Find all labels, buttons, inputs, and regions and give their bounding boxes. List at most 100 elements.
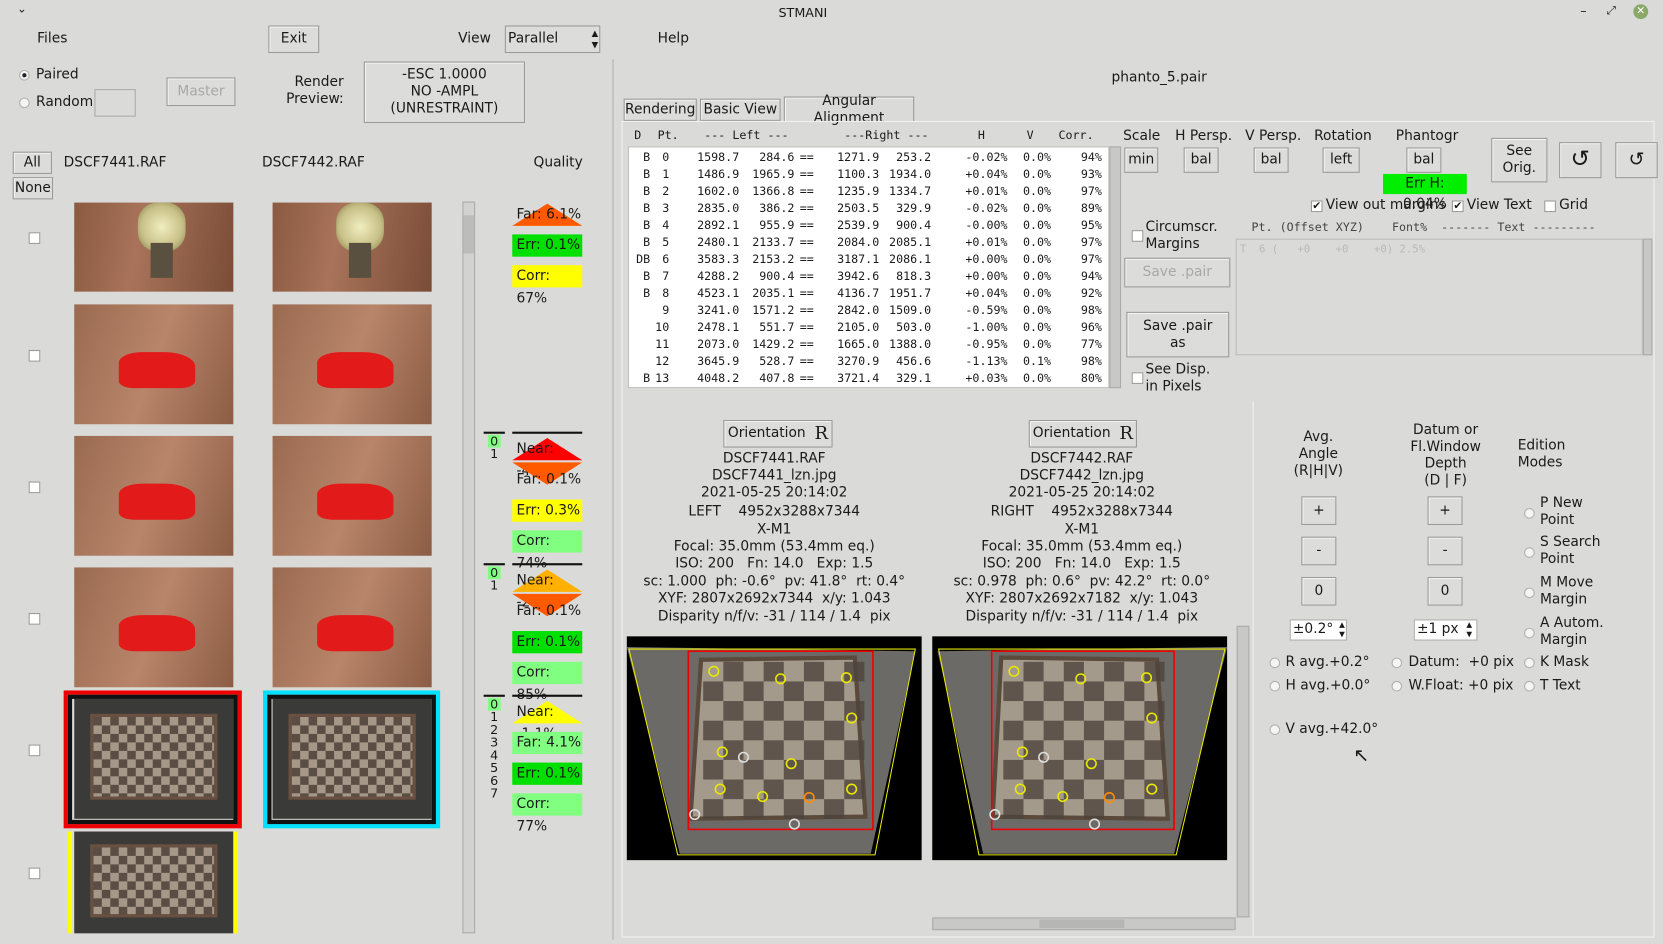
pane-splitter[interactable] <box>611 59 615 940</box>
right-stereo-image[interactable] <box>932 636 1228 861</box>
scrollbar-thumb[interactable] <box>463 215 475 254</box>
stereo-view[interactable] <box>626 636 922 860</box>
table-row[interactable]: B 2 1602.0 1366.8 1235.9 1334.7 +0.01% 0.0% 97% =… <box>629 183 1108 200</box>
r-avg-radio[interactable] <box>1269 657 1281 669</box>
select-all-button[interactable]: All <box>12 151 52 174</box>
table-row[interactable]: 9 3241.0 1571.2 2842.0 1509.0 -0.59% 0.0% 98% == <box>629 302 1108 319</box>
paired-radio[interactable] <box>19 69 30 81</box>
close-icon[interactable]: ✕ <box>1633 4 1649 20</box>
wfloat-radio[interactable] <box>1391 680 1403 692</box>
rotate-reset-icon[interactable]: ↺ <box>1615 142 1658 179</box>
pair-checkbox[interactable] <box>28 349 41 362</box>
left-thumbnail[interactable] <box>74 567 234 688</box>
correction-scale-button[interactable]: min <box>1124 147 1159 173</box>
view-select[interactable]: Parallel ▲ ▼ <box>504 25 601 54</box>
select-none-button[interactable]: None <box>12 177 54 200</box>
angle-minus-button[interactable]: - <box>1301 536 1337 566</box>
left-stereo-image[interactable] <box>626 636 922 861</box>
right-thumbnail[interactable] <box>272 567 432 688</box>
help-menu[interactable]: Help <box>658 31 689 47</box>
datum-radio[interactable] <box>1391 657 1403 669</box>
image-vertical-scrollbar[interactable] <box>1236 625 1250 918</box>
table-row[interactable]: B 0 1598.7 284.6 1271.9 253.2 -0.02% 0.0% 94% == <box>629 150 1108 167</box>
master-button[interactable]: Master <box>166 77 236 107</box>
pair-checkbox[interactable] <box>28 744 41 756</box>
correction-hpersp-button[interactable]: bal <box>1183 147 1219 173</box>
maximize-icon[interactable]: ⤢ <box>1607 3 1616 18</box>
table-row[interactable]: 10 2478.1 551.7 2105.0 503.0 -1.00% 0.0% 96% == <box>629 319 1108 336</box>
spinner-arrows-icon[interactable]: ▲ ▼ <box>1466 620 1472 639</box>
tab-rendering[interactable]: Rendering <box>623 98 697 121</box>
angle-zero-button[interactable]: 0 <box>1301 576 1337 606</box>
table-row[interactable]: B 13 4048.2 407.8 3721.4 329.1 +0.03% 0.0% 80% == <box>629 370 1108 387</box>
render-preview-button[interactable]: -ESC 1.0000 NO -AMPL (UNRESTRAINT) <box>363 61 525 124</box>
table-row[interactable]: B 4 2892.1 955.9 2539.9 900.4 -0.00% 0.0% 95% == <box>629 217 1108 234</box>
pair-checkbox[interactable] <box>28 480 41 493</box>
correction-vpersp-button[interactable]: bal <box>1253 147 1289 173</box>
edition-mode-radio[interactable] <box>1524 508 1535 519</box>
file-list-scrollbar[interactable] <box>462 201 476 934</box>
table-row[interactable]: B 8 4523.1 2035.1 4136.7 1951.7 +0.04% 0.0% 92% =… <box>629 285 1108 302</box>
table-row[interactable]: B 5 2480.1 2133.7 2084.0 2085.1 +0.01% 0.0% 97% =… <box>629 234 1108 251</box>
right-thumbnail[interactable] <box>272 435 432 556</box>
view-text-checkbox[interactable]: ✔ <box>1451 200 1464 213</box>
image-horizontal-scrollbar[interactable] <box>932 917 1236 931</box>
edition-mode-radio[interactable] <box>1524 627 1535 639</box>
points-table-scrollbar[interactable] <box>1109 146 1122 389</box>
left-thumbnail[interactable] <box>74 202 234 292</box>
right-orientation-button[interactable]: Orientation R <box>1028 419 1137 448</box>
tab-angular-alignment[interactable]: Angular Alignment <box>783 93 915 126</box>
left-thumbnail[interactable] <box>74 435 234 556</box>
board-square <box>763 701 784 721</box>
table-row[interactable]: B 1 1486.9 1965.9 1100.3 1934.0 +0.04% 0.0% 93% =… <box>629 167 1108 184</box>
right-thumbnail[interactable] <box>272 304 432 425</box>
left-orientation-button[interactable]: Orientation R <box>723 419 833 448</box>
circumscr-margins-checkbox[interactable] <box>1131 230 1144 242</box>
view-out-margins-checkbox[interactable]: ✔ <box>1310 200 1323 213</box>
tab-basic-view[interactable]: Basic View <box>699 98 781 121</box>
table-row[interactable]: 11 2073.0 1429.2 1665.0 1388.0 -0.95% 0.0% 77% =… <box>629 336 1108 353</box>
points-table[interactable]: B 0 1598.7 284.6 1271.9 253.2 -0.02% 0.0% 94% == B… <box>627 146 1110 389</box>
see-disp-checkbox[interactable] <box>1131 372 1144 384</box>
left-thumbnail[interactable] <box>74 304 234 425</box>
text-entries-box[interactable]: T 6 ( +0 +0 +0) 2.5% <box>1235 238 1643 356</box>
scrollbar-thumb[interactable] <box>1039 919 1125 929</box>
table-row[interactable]: 12 3645.9 528.7 3270.9 456.6 -1.13% 0.1% 98% == <box>629 353 1108 370</box>
pair-checkbox[interactable] <box>28 612 41 625</box>
grid-checkbox[interactable] <box>1544 200 1556 213</box>
minimize-icon[interactable]: – <box>1580 3 1586 18</box>
edition-mode-radio[interactable] <box>1524 587 1535 599</box>
see-orig-button[interactable]: See Orig. <box>1491 137 1548 183</box>
random-count-input[interactable] <box>94 89 136 117</box>
correction-rotation-button[interactable]: left <box>1322 147 1360 173</box>
right-thumbnail[interactable] <box>272 202 432 292</box>
pair-checkbox[interactable] <box>28 867 41 880</box>
edition-mode-radio[interactable] <box>1524 657 1535 669</box>
chevron-down-icon[interactable]: ⌄ <box>17 2 27 16</box>
files-menu[interactable]: Files <box>37 31 67 47</box>
edition-mode-radio[interactable] <box>1524 680 1535 692</box>
datum-zero-button[interactable]: 0 <box>1427 576 1463 606</box>
stereo-view[interactable] <box>932 636 1228 860</box>
pair-checkbox[interactable] <box>28 232 41 244</box>
angle-plus-button[interactable]: + <box>1301 496 1337 525</box>
text-entries-scrollbar[interactable] <box>1642 238 1653 356</box>
save-pair-as-button[interactable]: Save .pair as <box>1126 311 1230 358</box>
v-avg-radio[interactable] <box>1269 724 1281 735</box>
spinner-arrows-icon[interactable]: ▲ ▼ <box>1339 620 1345 639</box>
save-pair-button[interactable]: Save .pair <box>1124 257 1231 288</box>
correction-phantogr-button[interactable]: bal <box>1406 147 1442 173</box>
rotate-ccw-icon[interactable]: ↺ <box>1559 142 1602 179</box>
datum-minus-button[interactable]: - <box>1427 536 1463 566</box>
random-radio[interactable] <box>19 97 30 109</box>
angle-step-spinner[interactable]: ±0.2° ▲ ▼ <box>1289 619 1347 641</box>
datum-plus-button[interactable]: + <box>1427 496 1463 525</box>
px-step-spinner[interactable]: ±1 px ▲ ▼ <box>1413 619 1478 641</box>
table-row[interactable]: DB 6 3583.3 2153.2 3187.1 2086.1 +0.00% 0.0% 97%… <box>629 251 1108 268</box>
edition-mode-radio[interactable] <box>1524 547 1535 558</box>
spinner-arrows-icon[interactable]: ▲ ▼ <box>592 28 599 51</box>
table-row[interactable]: B 3 2835.0 386.2 2503.5 329.9 -0.02% 0.0% 89% == <box>629 200 1108 217</box>
h-avg-radio[interactable] <box>1269 680 1281 692</box>
exit-button[interactable]: Exit <box>268 25 320 54</box>
table-row[interactable]: B 7 4288.2 900.4 3942.6 818.3 +0.00% 0.0% 94% == <box>629 268 1108 285</box>
